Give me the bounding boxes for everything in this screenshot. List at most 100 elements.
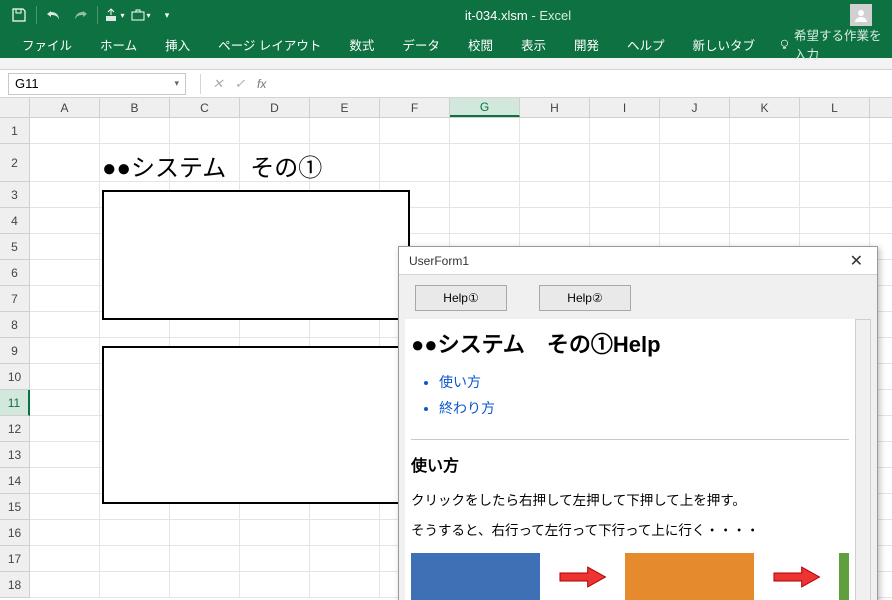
cell[interactable]: [30, 520, 100, 545]
cell[interactable]: [520, 144, 590, 181]
cell[interactable]: [660, 208, 730, 233]
qat-tool-icon[interactable]: ▾: [104, 4, 126, 26]
cell[interactable]: [170, 572, 240, 597]
row-header[interactable]: 3: [0, 182, 30, 208]
tab-page-layout[interactable]: ページ レイアウト: [204, 30, 335, 58]
col-header[interactable]: L: [800, 98, 870, 117]
row-header[interactable]: 14: [0, 468, 30, 494]
help2-button[interactable]: Help②: [539, 285, 631, 311]
redo-icon[interactable]: [69, 4, 91, 26]
help-link-usage[interactable]: 使い方: [439, 369, 849, 395]
row-header[interactable]: 17: [0, 546, 30, 572]
cell[interactable]: [100, 572, 170, 597]
cell[interactable]: [450, 118, 520, 143]
col-header[interactable]: D: [240, 98, 310, 117]
undo-icon[interactable]: [43, 4, 65, 26]
cell[interactable]: [100, 520, 170, 545]
save-icon[interactable]: [8, 4, 30, 26]
row-header[interactable]: 8: [0, 312, 30, 338]
tab-view[interactable]: 表示: [507, 30, 560, 58]
col-header[interactable]: H: [520, 98, 590, 117]
row-header[interactable]: 5: [0, 234, 30, 260]
cell[interactable]: [380, 144, 450, 181]
worksheet-grid[interactable]: ABCDEFGHIJKL 123456789101112131415161718…: [0, 98, 892, 600]
fx-label[interactable]: fx: [257, 77, 266, 91]
qat-briefcase-icon[interactable]: ▾: [130, 4, 152, 26]
cell[interactable]: [100, 546, 170, 571]
cell[interactable]: [240, 546, 310, 571]
row-header[interactable]: 1: [0, 118, 30, 144]
row-header[interactable]: 13: [0, 442, 30, 468]
help-content-pane[interactable]: ●●システム その①Help 使い方 終わり方 使い方 クリックをしたら右押して…: [405, 319, 855, 600]
row-header[interactable]: 16: [0, 520, 30, 546]
select-all-corner[interactable]: [0, 98, 30, 117]
cell[interactable]: [380, 118, 450, 143]
row-header[interactable]: 4: [0, 208, 30, 234]
cell[interactable]: [800, 208, 870, 233]
cell[interactable]: [30, 442, 100, 467]
cell[interactable]: [450, 208, 520, 233]
tab-insert[interactable]: 挿入: [151, 30, 204, 58]
help1-button[interactable]: Help①: [415, 285, 507, 311]
cell[interactable]: [730, 208, 800, 233]
cell[interactable]: [590, 118, 660, 143]
drawn-rectangle-1[interactable]: [102, 190, 410, 320]
cell[interactable]: [30, 494, 100, 519]
cell[interactable]: [660, 182, 730, 207]
qat-customize-dropdown[interactable]: ▾: [156, 4, 178, 26]
cell[interactable]: [30, 260, 100, 285]
cell[interactable]: [520, 118, 590, 143]
close-icon[interactable]: ✕: [846, 251, 867, 271]
col-header[interactable]: F: [380, 98, 450, 117]
tab-help[interactable]: ヘルプ: [613, 30, 679, 58]
row-header[interactable]: 7: [0, 286, 30, 312]
name-box[interactable]: G11 ▾: [8, 73, 186, 95]
col-header[interactable]: A: [30, 98, 100, 117]
cell[interactable]: [30, 390, 100, 415]
cell[interactable]: [170, 546, 240, 571]
tab-file[interactable]: ファイル: [8, 30, 86, 58]
row-header[interactable]: 11: [0, 390, 30, 416]
tab-developer[interactable]: 開発: [560, 30, 613, 58]
cell[interactable]: [520, 208, 590, 233]
cell[interactable]: [450, 144, 520, 181]
cell[interactable]: [30, 144, 100, 181]
cell[interactable]: [800, 144, 870, 181]
cell[interactable]: [170, 118, 240, 143]
cell[interactable]: [30, 182, 100, 207]
row-header[interactable]: 18: [0, 572, 30, 598]
cell[interactable]: [590, 208, 660, 233]
col-header[interactable]: B: [100, 98, 170, 117]
help-link-ending[interactable]: 終わり方: [439, 395, 849, 421]
cell[interactable]: [170, 520, 240, 545]
row-header[interactable]: 12: [0, 416, 30, 442]
cell[interactable]: [30, 234, 100, 259]
cell[interactable]: [730, 118, 800, 143]
col-header[interactable]: E: [310, 98, 380, 117]
cell[interactable]: [30, 286, 100, 311]
tab-new[interactable]: 新しいタブ: [679, 30, 770, 58]
row-header[interactable]: 9: [0, 338, 30, 364]
tab-formulas[interactable]: 数式: [335, 30, 388, 58]
cell[interactable]: [310, 546, 380, 571]
cell[interactable]: [30, 572, 100, 597]
cell[interactable]: [30, 208, 100, 233]
chevron-down-icon[interactable]: ▾: [174, 78, 179, 89]
cell[interactable]: [800, 118, 870, 143]
cell[interactable]: [240, 572, 310, 597]
cell[interactable]: [240, 118, 310, 143]
col-header[interactable]: C: [170, 98, 240, 117]
tab-data[interactable]: データ: [388, 30, 454, 58]
userform-window[interactable]: UserForm1 ✕ Help① Help② ●●システム その①Help 使…: [398, 246, 878, 600]
col-header[interactable]: J: [660, 98, 730, 117]
user-avatar[interactable]: [850, 4, 872, 26]
row-header[interactable]: 15: [0, 494, 30, 520]
cell[interactable]: [30, 546, 100, 571]
cell[interactable]: [100, 118, 170, 143]
cell[interactable]: [590, 182, 660, 207]
cell[interactable]: [30, 416, 100, 441]
cell[interactable]: [30, 468, 100, 493]
col-header[interactable]: I: [590, 98, 660, 117]
cell[interactable]: [730, 182, 800, 207]
col-header[interactable]: G: [450, 98, 520, 117]
